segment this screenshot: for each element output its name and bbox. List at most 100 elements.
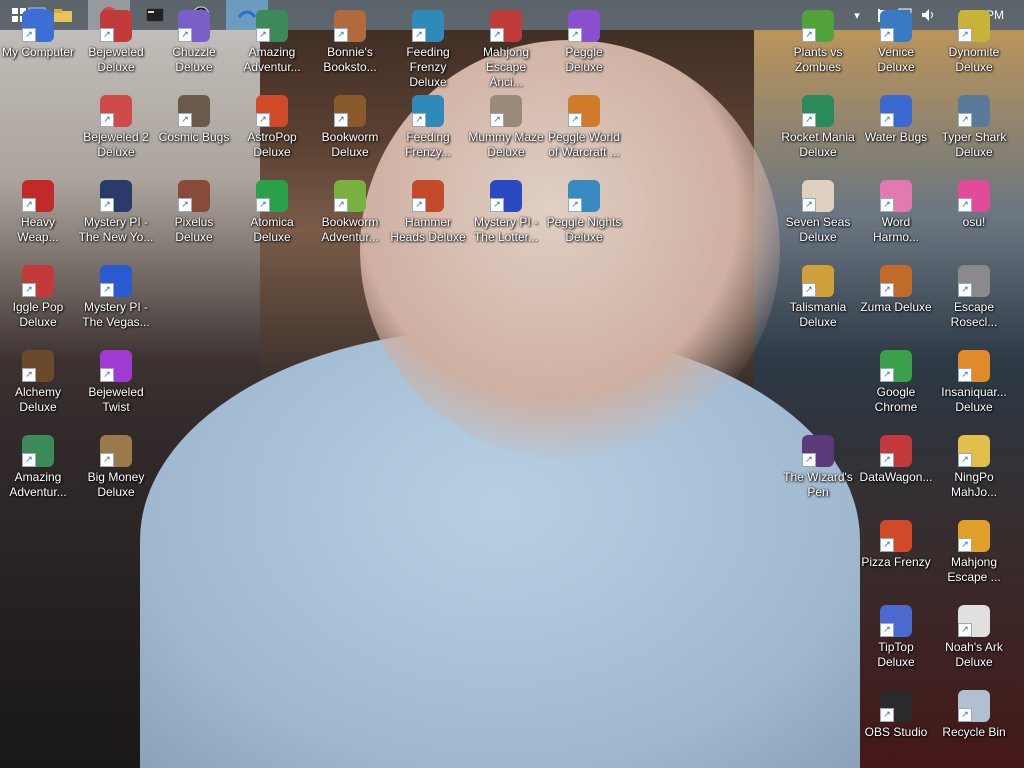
desktop-icon-label: DataWagon... — [859, 470, 933, 484]
desktop-icon-item[interactable]: ↗ Cosmic Bugs — [156, 93, 232, 145]
desktop-icon-item[interactable]: ↗ Bejeweled Twist — [78, 348, 154, 415]
shortcut-arrow-icon: ↗ — [880, 538, 894, 552]
desktop-icon-label: Pixelus Deluxe — [174, 215, 214, 244]
desktop-icon-label: Peggle Deluxe — [565, 45, 603, 74]
desktop-icon-item[interactable]: ↗ OBS Studio — [858, 688, 934, 740]
desktop-icon-item[interactable]: ↗ Bejeweled 2 Deluxe — [78, 93, 154, 160]
desktop-icon-item[interactable]: ↗ TipTop Deluxe — [858, 603, 934, 670]
desktop-icon-item[interactable]: ↗ Amazing Adventur... — [0, 433, 76, 500]
desktop-icon-item[interactable]: ↗ Mummy Maze Deluxe — [468, 93, 544, 160]
app-shortcut-icon: ↗ — [880, 435, 912, 467]
desktop-icon-item[interactable]: ↗ Mystery PI - The Lotter... — [468, 178, 544, 245]
desktop-icon-item[interactable]: ↗ Alchemy Deluxe — [0, 348, 76, 415]
desktop-icon-item[interactable]: ↗ Google Chrome — [858, 348, 934, 415]
shortcut-arrow-icon: ↗ — [178, 113, 192, 127]
desktop-icon-item[interactable]: ↗ Venice Deluxe — [858, 8, 934, 75]
shortcut-arrow-icon: ↗ — [22, 453, 36, 467]
desktop-icon-item[interactable]: ↗ Rocket Mania Deluxe — [780, 93, 856, 160]
desktop-icon-item[interactable]: ↗ Mystery PI - The Vegas... — [78, 263, 154, 330]
desktop-icon-item[interactable]: ↗ Iggle Pop Deluxe — [0, 263, 76, 330]
shortcut-arrow-icon: ↗ — [412, 198, 426, 212]
app-shortcut-icon: ↗ — [958, 95, 990, 127]
desktop-icon-item[interactable]: ↗ Noah's Ark Deluxe — [936, 603, 1012, 670]
desktop-icon-label: TipTop Deluxe — [877, 640, 915, 669]
desktop-icon-item[interactable]: ↗ Bookworm Deluxe — [312, 93, 388, 160]
shortcut-arrow-icon: ↗ — [178, 198, 192, 212]
shortcut-arrow-icon: ↗ — [568, 113, 582, 127]
desktop-icon-label: Word Harmo... — [872, 215, 919, 244]
app-shortcut-icon: ↗ — [958, 10, 990, 42]
desktop-icon-item[interactable]: ↗ Dynomite Deluxe — [936, 8, 1012, 75]
desktop-icon-item[interactable]: ↗ Talismania Deluxe — [780, 263, 856, 330]
desktop-icon-item[interactable]: ↗ Mahjong Escape Anci... — [468, 8, 544, 90]
desktop-icon-item[interactable]: ↗ Pixelus Deluxe — [156, 178, 232, 245]
shortcut-arrow-icon: ↗ — [880, 28, 894, 42]
desktop-icon-item[interactable]: ↗ Recycle Bin — [936, 688, 1012, 740]
desktop-icon-item[interactable]: ↗ Mahjong Escape ... — [936, 518, 1012, 585]
app-shortcut-icon: ↗ — [958, 605, 990, 637]
desktop-icon-label: osu! — [962, 215, 986, 229]
desktop-icon-label: OBS Studio — [864, 725, 928, 739]
desktop-icon-item[interactable]: ↗ Hammer Heads Deluxe — [390, 178, 466, 245]
desktop-icon-item[interactable]: ↗ My Computer — [0, 8, 76, 60]
desktop-icon-item[interactable]: ↗ AstroPop Deluxe — [234, 93, 310, 160]
desktop-icon-item[interactable]: ↗ Peggle Nights Deluxe — [546, 178, 622, 245]
desktop-icon-label: Bejeweled 2 Deluxe — [83, 130, 149, 159]
desktop-icon-item[interactable]: ↗ Peggle Deluxe — [546, 8, 622, 75]
desktop-icon-item[interactable]: ↗ Typer Shark Deluxe — [936, 93, 1012, 160]
desktop-icon-item[interactable]: ↗ Chuzzle Deluxe — [156, 8, 232, 75]
desktop-icon-label: Amazing Adventur... — [9, 470, 67, 499]
desktop-icon-label: Recycle Bin — [942, 725, 1006, 739]
desktop-icon-item[interactable]: ↗ Word Harmo... — [858, 178, 934, 245]
desktop-icon-label: Mahjong Escape ... — [947, 555, 1001, 584]
desktop-icon-item[interactable]: ↗ Peggle World of Warcraft ... — [546, 93, 622, 160]
app-shortcut-icon: ↗ — [490, 95, 522, 127]
desktop-icon-item[interactable]: ↗ Bonnie's Booksto... — [312, 8, 388, 75]
app-shortcut-icon: ↗ — [412, 10, 444, 42]
desktop-icon-item[interactable]: ↗ Zuma Deluxe — [858, 263, 934, 315]
shortcut-arrow-icon: ↗ — [880, 623, 894, 637]
desktop-icon-item[interactable]: ↗ Bejeweled Deluxe — [78, 8, 154, 75]
shortcut-arrow-icon: ↗ — [490, 28, 504, 42]
desktop-icon-item[interactable]: ↗ Water Bugs — [858, 93, 934, 145]
app-shortcut-icon: ↗ — [958, 435, 990, 467]
desktop-icon-label: Hammer Heads Deluxe — [390, 215, 466, 244]
desktop-icon-item[interactable]: ↗ Big Money Deluxe — [78, 433, 154, 500]
app-shortcut-icon: ↗ — [958, 690, 990, 722]
desktop-icon-item[interactable]: ↗ Escape Rosecl... — [936, 263, 1012, 330]
desktop-icon-item[interactable]: ↗ Heavy Weap... — [0, 178, 76, 245]
app-shortcut-icon: ↗ — [334, 95, 366, 127]
desktop-icon-item[interactable]: ↗ osu! — [936, 178, 1012, 230]
desktop-icon-item[interactable]: ↗ Feeding Frenzy... — [390, 93, 466, 160]
app-shortcut-icon: ↗ — [802, 265, 834, 297]
desktop-icon-label: Talismania Deluxe — [789, 300, 847, 329]
desktop-icon-item[interactable]: ↗ Mystery PI - The New Yo... — [78, 178, 154, 245]
desktop-icon-item[interactable]: ↗ Bookworm Adventur... — [312, 178, 388, 245]
desktop-icon-label: Insaniquar... Deluxe — [941, 385, 1007, 414]
app-shortcut-icon: ↗ — [958, 520, 990, 552]
desktop-icon-item[interactable]: ↗ Feeding Frenzy Deluxe — [390, 8, 466, 90]
app-shortcut-icon: ↗ — [802, 10, 834, 42]
desktop-icon-item[interactable]: ↗ The Wizard's Pen — [780, 433, 856, 500]
app-shortcut-icon: ↗ — [22, 265, 54, 297]
app-shortcut-icon: ↗ — [22, 435, 54, 467]
desktop-icon-item[interactable]: ↗ Pizza Frenzy — [858, 518, 934, 570]
desktop-icon-label: Venice Deluxe — [877, 45, 915, 74]
desktop-icon-item[interactable]: ↗ Seven Seas Deluxe — [780, 178, 856, 245]
desktop-icon-item[interactable]: ↗ NingPo MahJo... — [936, 433, 1012, 500]
shortcut-arrow-icon: ↗ — [958, 198, 972, 212]
shortcut-arrow-icon: ↗ — [958, 28, 972, 42]
desktop-icon-label: Rocket Mania Deluxe — [781, 130, 855, 159]
shortcut-arrow-icon: ↗ — [958, 113, 972, 127]
app-shortcut-icon: ↗ — [178, 10, 210, 42]
desktop-icon-item[interactable]: ↗ Insaniquar... Deluxe — [936, 348, 1012, 415]
app-shortcut-icon: ↗ — [100, 435, 132, 467]
app-shortcut-icon: ↗ — [256, 10, 288, 42]
desktop-icon-item[interactable]: ↗ Atomica Deluxe — [234, 178, 310, 245]
desktop-icon-label: Google Chrome — [874, 385, 918, 414]
shortcut-arrow-icon: ↗ — [802, 283, 816, 297]
desktop-icon-item[interactable]: ↗ Plants vs Zombies — [780, 8, 856, 75]
desktop-icon-item[interactable]: ↗ Amazing Adventur... — [234, 8, 310, 75]
desktop-icon-item[interactable]: ↗ DataWagon... — [858, 433, 934, 485]
app-shortcut-icon: ↗ — [880, 690, 912, 722]
